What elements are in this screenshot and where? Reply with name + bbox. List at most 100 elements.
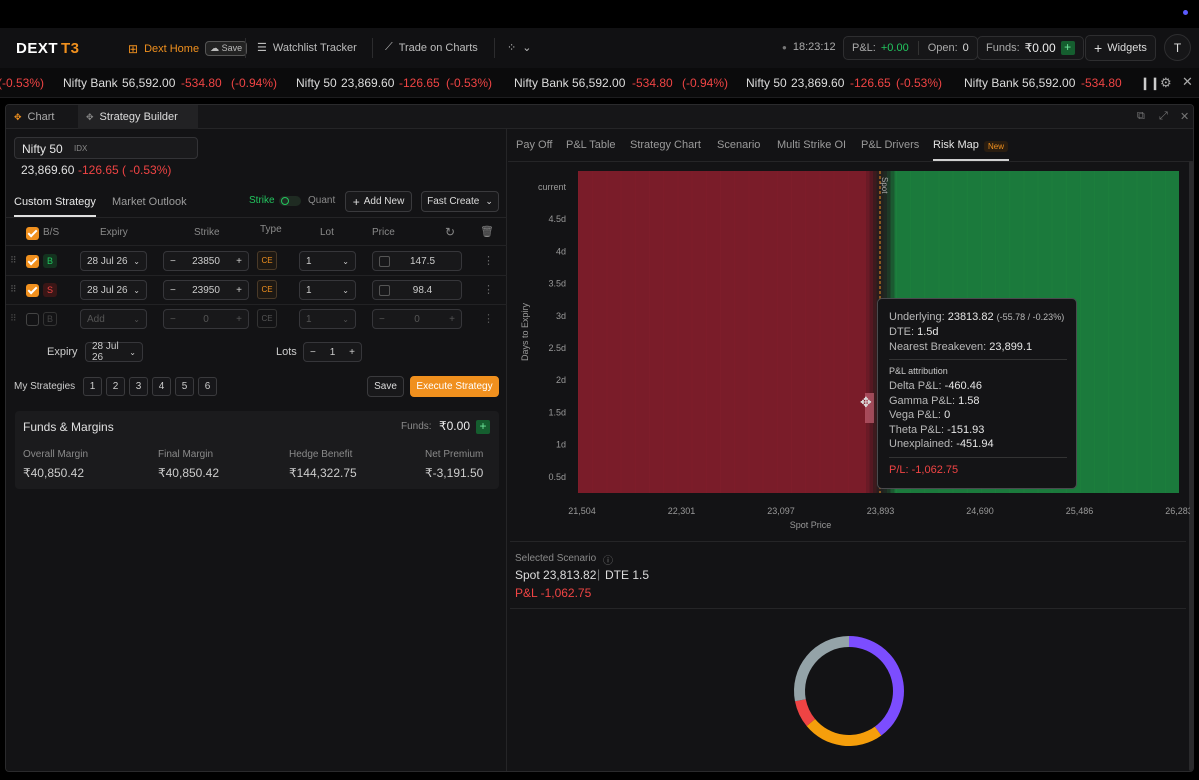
texture-line: [847, 171, 849, 493]
select-all-checkbox[interactable]: [26, 227, 39, 240]
buy-sell-toggle[interactable]: S: [43, 283, 57, 297]
more-options-icon[interactable]: ⋮: [483, 312, 494, 325]
global-expiry-dropdown[interactable]: 28 Jul 26 ⌄: [85, 341, 143, 363]
expiry-dropdown[interactable]: 28 Jul 26 ⌄: [80, 251, 147, 271]
tab-pl-table[interactable]: P&L Table: [566, 139, 616, 151]
refresh-icon[interactable]: ↻: [445, 225, 455, 239]
nav-trade-on-charts[interactable]: ⟋ Trade on Charts: [385, 41, 478, 54]
more-options-icon[interactable]: ⋮: [483, 283, 494, 296]
app-logo[interactable]: DEXT T3: [16, 40, 80, 57]
fast-create-dropdown[interactable]: Fast Create ⌄: [421, 191, 499, 212]
lot-dropdown[interactable]: 1 ⌄: [299, 309, 356, 329]
strategy-slot-4[interactable]: 4: [152, 377, 171, 396]
plus-icon[interactable]: +: [449, 314, 455, 325]
add-funds-icon[interactable]: +: [1060, 41, 1075, 55]
strike-stepper[interactable]: − 23950 +: [163, 280, 249, 300]
popout-icon[interactable]: ⧉: [1137, 110, 1145, 123]
drag-handle-icon[interactable]: ⠿: [10, 284, 17, 295]
price-input[interactable]: 147.5: [372, 251, 462, 271]
leg-checkbox[interactable]: [26, 255, 39, 268]
info-icon[interactable]: ⓘ: [603, 552, 613, 567]
nav-watchlist-tracker[interactable]: ☰ Watchlist Tracker: [257, 41, 357, 55]
tab-strategy-builder[interactable]: ✥ Strategy Builder: [78, 105, 198, 129]
ticker-strip: (-0.53%) Nifty Bank 56,592.00 -534.80 (-…: [0, 68, 1199, 98]
gear-icon[interactable]: ⚙: [1160, 75, 1172, 91]
donut-slice[interactable]: [849, 636, 904, 736]
widgets-button[interactable]: + Widgets: [1085, 35, 1156, 61]
tab-pl-drivers[interactable]: P&L Drivers: [861, 139, 919, 151]
strategy-slot-1[interactable]: 1: [83, 377, 102, 396]
donut-slice[interactable]: [806, 719, 882, 746]
ticker-name[interactable]: Nifty Bank: [964, 76, 1019, 90]
apps-menu-button[interactable]: ⁘ ⌄: [507, 41, 531, 54]
lot-dropdown[interactable]: 1 ⌄: [299, 251, 356, 271]
limit-checkbox[interactable]: [379, 255, 390, 267]
add-funds-icon[interactable]: +: [476, 420, 490, 434]
strategy-slot-5[interactable]: 5: [175, 377, 194, 396]
plus-icon[interactable]: +: [236, 256, 242, 267]
option-type-badge[interactable]: CE: [257, 251, 277, 270]
more-options-icon[interactable]: ⋮: [483, 254, 494, 267]
funds-summary[interactable]: Funds: ₹0.00 +: [977, 36, 1084, 60]
buy-sell-toggle[interactable]: B: [43, 254, 57, 268]
column-header-type: Type: [260, 224, 282, 235]
tab-multi-strike-oi[interactable]: Multi Strike OI: [777, 139, 846, 151]
global-lots-label: Lots: [276, 346, 297, 358]
leg-checkbox[interactable]: [26, 284, 39, 297]
option-type-badge[interactable]: CE: [257, 280, 277, 299]
risk-map-heatmap[interactable]: Spot ✥ current 4.5d 4d 3.5d 3d 2.5d 2d 1.5d 1d 0.…: [510, 165, 1190, 537]
price-input[interactable]: 98.4: [372, 280, 462, 300]
strategy-slot-6[interactable]: 6: [198, 377, 217, 396]
close-icon[interactable]: ✕: [1182, 74, 1193, 90]
save-button[interactable]: Save: [367, 376, 404, 397]
execute-strategy-button[interactable]: Execute Strategy: [410, 376, 499, 397]
donut-slice[interactable]: [794, 636, 849, 702]
ticker-name[interactable]: Nifty 50: [296, 76, 337, 90]
tab-strategy-chart[interactable]: Strategy Chart: [630, 139, 701, 151]
symbol-selector[interactable]: Nifty 50 IDX: [14, 137, 198, 159]
global-expiry-label: Expiry: [47, 346, 78, 358]
close-icon[interactable]: ✕: [1180, 110, 1189, 123]
tab-custom-strategy[interactable]: Custom Strategy: [14, 196, 96, 208]
divider: [494, 38, 495, 58]
ticker-name[interactable]: Nifty Bank: [514, 76, 569, 90]
option-type-badge[interactable]: CE: [257, 309, 277, 328]
strike-stepper[interactable]: − 23850 +: [163, 251, 249, 271]
plus-icon[interactable]: +: [236, 314, 242, 325]
tab-scenario[interactable]: Scenario: [717, 139, 760, 151]
drag-handle-icon[interactable]: ⠿: [10, 255, 17, 266]
limit-checkbox[interactable]: [379, 284, 390, 296]
divider: [889, 457, 1067, 458]
add-new-button[interactable]: + Add New: [345, 191, 412, 212]
tab-chart[interactable]: ✥ Chart: [6, 105, 78, 129]
price-stepper[interactable]: − 0 +: [372, 309, 462, 329]
strategy-slot-2[interactable]: 2: [106, 377, 125, 396]
drag-handle-icon[interactable]: ⠿: [10, 313, 17, 324]
expand-icon[interactable]: ⤢: [1159, 110, 1168, 123]
avatar[interactable]: T: [1164, 34, 1191, 61]
strike-stepper[interactable]: − 0 +: [163, 309, 249, 329]
pause-icon[interactable]: ❙❙: [1140, 76, 1160, 90]
ticker-name[interactable]: Nifty 50: [746, 76, 787, 90]
plus-icon[interactable]: +: [236, 285, 242, 296]
expiry-dropdown[interactable]: Add ⌄: [80, 309, 147, 329]
save-layout-button[interactable]: ☁ Save: [205, 41, 248, 56]
pnl-open-summary[interactable]: P&L: +0.00 Open: 0: [843, 36, 978, 60]
strike-quant-toggle[interactable]: [279, 196, 301, 206]
tab-pay-off[interactable]: Pay Off: [516, 139, 552, 151]
lot-dropdown[interactable]: 1 ⌄: [299, 280, 356, 300]
tab-market-outlook[interactable]: Market Outlook: [112, 196, 187, 208]
nav-dext-home[interactable]: ⊞ Dext Home ☁ Save: [128, 41, 248, 56]
trash-icon[interactable]: 🗑: [480, 225, 494, 238]
ticker-name[interactable]: Nifty Bank: [63, 76, 118, 90]
plus-icon[interactable]: +: [349, 347, 355, 358]
pnl-drivers-donut[interactable]: [780, 622, 920, 762]
buy-sell-toggle[interactable]: B: [43, 312, 57, 326]
chevron-down-icon: ⌄: [342, 256, 349, 266]
strategy-slot-3[interactable]: 3: [129, 377, 148, 396]
global-lots-stepper[interactable]: − 1 +: [303, 342, 362, 362]
leg-checkbox[interactable]: [26, 313, 39, 326]
expiry-dropdown[interactable]: 28 Jul 26 ⌄: [80, 280, 147, 300]
texture-line: [833, 171, 835, 493]
tab-risk-map[interactable]: Risk Map: [933, 139, 979, 151]
